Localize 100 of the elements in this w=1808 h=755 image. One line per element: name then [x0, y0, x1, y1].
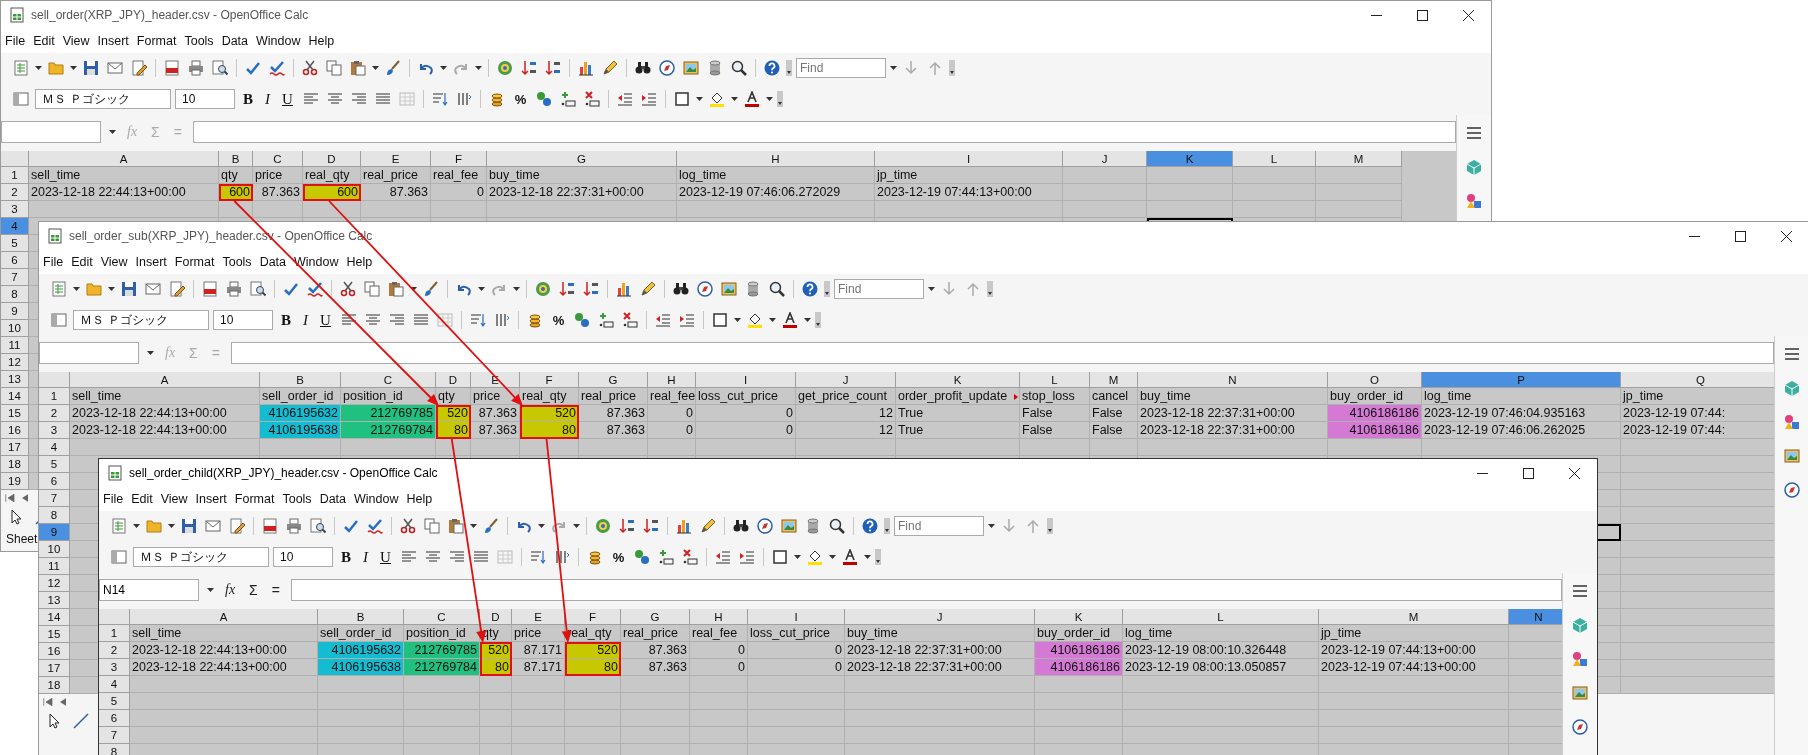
- menu-item[interactable]: Tools: [280, 492, 318, 506]
- caret-icon[interactable]: [766, 97, 774, 101]
- column-header[interactable]: F: [431, 151, 487, 167]
- caret-icon[interactable]: [35, 66, 42, 70]
- close-icon[interactable]: [1780, 230, 1792, 242]
- sort-descending-icon[interactable]: [583, 281, 599, 297]
- column-header[interactable]: F: [565, 609, 621, 625]
- column-header[interactable]: A: [70, 372, 260, 388]
- wrap-text-icon[interactable]: [529, 549, 546, 565]
- align-center-icon[interactable]: [424, 549, 441, 565]
- column-header[interactable]: I: [748, 609, 845, 625]
- column-header[interactable]: E: [512, 609, 565, 625]
- paste-icon[interactable]: [350, 60, 366, 76]
- align-right-icon[interactable]: [388, 312, 405, 328]
- align-left-icon[interactable]: [302, 91, 319, 107]
- column-header[interactable]: G: [621, 609, 690, 625]
- picture-icon[interactable]: [1572, 685, 1588, 701]
- caret-icon[interactable]: [168, 524, 175, 528]
- format-button[interactable]: I: [359, 548, 372, 566]
- close-icon[interactable]: [1568, 467, 1580, 479]
- sort-descending-icon[interactable]: [643, 518, 659, 534]
- format-button[interactable]: B: [239, 90, 257, 108]
- formula-input-field[interactable]: [192, 121, 1456, 143]
- column-header[interactable]: O: [1328, 372, 1422, 388]
- row-header[interactable]: 3: [39, 422, 70, 439]
- caret-icon[interactable]: [108, 287, 115, 291]
- bar-chart-icon[interactable]: [616, 281, 632, 297]
- merge-cells-icon[interactable]: [496, 549, 513, 565]
- paintbrush-icon[interactable]: [423, 281, 439, 297]
- column-header[interactable]: G: [487, 151, 677, 167]
- pdf-export-icon[interactable]: [164, 60, 180, 76]
- menu-item[interactable]: Insert: [193, 492, 233, 506]
- font-size-dropdown[interactable]: 10: [213, 310, 273, 330]
- compass-icon[interactable]: [697, 281, 713, 297]
- row-header[interactable]: 16: [39, 643, 70, 660]
- menu-icon[interactable]: [1466, 125, 1482, 141]
- menu-item[interactable]: Help: [306, 34, 341, 48]
- align-center-icon[interactable]: [364, 312, 381, 328]
- column-header[interactable]: N: [1509, 609, 1562, 625]
- caret-icon[interactable]: [864, 555, 872, 559]
- align-left-icon[interactable]: [400, 549, 417, 565]
- caret-icon[interactable]: [731, 97, 739, 101]
- justify-icon[interactable]: [472, 549, 489, 565]
- column-header[interactable]: F: [520, 372, 579, 388]
- function-wizard-button[interactable]: fx: [222, 582, 239, 598]
- caret-icon[interactable]: [988, 524, 995, 528]
- menu-icon[interactable]: [1572, 583, 1588, 599]
- caret-icon[interactable]: [440, 66, 447, 70]
- auto-spellcheck-icon[interactable]: [269, 60, 285, 76]
- column-header[interactable]: D: [436, 372, 471, 388]
- toolbar-overflow-icon[interactable]: [786, 60, 792, 76]
- menu-item[interactable]: Edit: [31, 34, 61, 48]
- compass-icon[interactable]: [757, 518, 773, 534]
- row-header[interactable]: 10: [39, 541, 70, 558]
- menu-item[interactable]: File: [101, 492, 130, 506]
- row-header[interactable]: 19: [1, 473, 29, 490]
- column-header[interactable]: J: [1063, 151, 1147, 167]
- delete-decimal-icon[interactable]: [584, 91, 601, 107]
- row-header[interactable]: 7: [39, 490, 70, 507]
- row-header[interactable]: 13: [1, 371, 29, 388]
- shapes-icon[interactable]: [1572, 651, 1588, 667]
- increase-indent-icon[interactable]: [739, 549, 756, 565]
- row-header[interactable]: 3: [1, 201, 29, 218]
- sort-descending-icon[interactable]: [545, 60, 561, 76]
- vertical-text-icon[interactable]: [493, 312, 510, 328]
- row-header[interactable]: 6: [99, 710, 130, 727]
- auto-spellcheck-icon[interactable]: [367, 518, 383, 534]
- row-header[interactable]: 8: [1, 286, 29, 303]
- menu-item[interactable]: View: [98, 255, 134, 269]
- column-header[interactable]: L: [1233, 151, 1316, 167]
- caret-icon[interactable]: [538, 524, 545, 528]
- save-icon[interactable]: [83, 60, 99, 76]
- format-button[interactable]: U: [316, 311, 335, 329]
- column-header[interactable]: K: [1035, 609, 1123, 625]
- row-header[interactable]: 11: [1, 337, 29, 354]
- print-icon[interactable]: [226, 281, 242, 297]
- first-sheet-icon[interactable]: [43, 696, 55, 708]
- paintbrush-icon[interactable]: [483, 518, 499, 534]
- envelope-icon[interactable]: [205, 518, 221, 534]
- percent-button[interactable]: %: [608, 549, 629, 565]
- menu-item[interactable]: Format: [134, 34, 183, 48]
- column-header[interactable]: M: [1319, 609, 1509, 625]
- row-header[interactable]: 11: [39, 558, 70, 575]
- caret-icon[interactable]: [70, 66, 77, 70]
- column-header[interactable]: L: [1020, 372, 1090, 388]
- row-header[interactable]: 3: [99, 659, 130, 676]
- compass-icon[interactable]: [1784, 482, 1800, 498]
- help-icon[interactable]: [862, 518, 878, 534]
- maximize-icon[interactable]: [1522, 467, 1534, 479]
- menu-item[interactable]: View: [158, 492, 194, 506]
- pencil-icon[interactable]: [640, 281, 656, 297]
- font-name-dropdown[interactable]: ＭＳ Ｐゴシック: [73, 310, 209, 330]
- caret-icon[interactable]: [478, 287, 485, 291]
- menu-item[interactable]: Format: [172, 255, 221, 269]
- menu-icon[interactable]: [1784, 346, 1800, 362]
- print-icon[interactable]: [188, 60, 204, 76]
- toolbar-overflow-icon[interactable]: [987, 281, 993, 297]
- caret-icon[interactable]: [372, 66, 379, 70]
- column-header[interactable]: E: [361, 151, 431, 167]
- format-button[interactable]: U: [278, 90, 297, 108]
